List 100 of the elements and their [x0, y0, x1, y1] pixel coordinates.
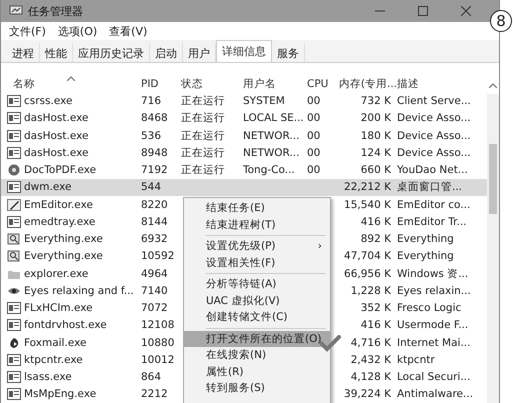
window-icon — [7, 302, 21, 314]
table-cell-text: 00 — [307, 164, 322, 176]
table-cell-text: 2,432 K — [350, 354, 392, 366]
table-cell-text: 正在运行 — [181, 94, 226, 108]
menu-item[interactable]: 文件(F) — [9, 24, 46, 38]
table-cell-text: 536 — [141, 130, 162, 142]
column-header[interactable]: 用户名 — [243, 77, 307, 92]
window-icon — [7, 95, 21, 108]
context-menu-item[interactable]: 设置相关性(F) — [184, 254, 330, 271]
window-icon — [7, 181, 21, 194]
table-cell-text: 352 K — [360, 302, 392, 314]
context-menu-item[interactable]: 转到服务(S) — [184, 380, 330, 396]
table-cell-text: 4,128 K — [350, 371, 392, 384]
table-cell-text: 15,540 K — [343, 198, 392, 211]
table-cell-text: Device Asso... — [397, 112, 472, 124]
table-cell: csrss.exe — [24, 95, 72, 108]
table-cell-text: 00 — [307, 95, 322, 108]
table-cell-text: NETWOR... — [243, 146, 300, 159]
context-menu-item[interactable]: 打开文件所在的位置(O) — [184, 330, 330, 347]
table-cell-text: 200 K — [360, 112, 392, 124]
table-cell-text: 正在运行 — [181, 111, 226, 126]
table-cell: DocToPDF.exe — [24, 164, 96, 176]
table-cell: fontdrvhost.exe — [24, 319, 107, 332]
table-cell: explorer.exe — [24, 268, 88, 280]
table-cell-text: 6932 — [141, 233, 169, 246]
table-cell-text: Local Securi... — [397, 371, 472, 384]
menu-item[interactable]: 查看(V) — [109, 24, 148, 38]
window-icon — [7, 319, 21, 332]
table-cell-text: YouDao Net... — [397, 164, 469, 176]
table-cell-text: LOCAL SE... — [243, 112, 305, 124]
scroll-up-icon[interactable] — [489, 83, 497, 88]
table-cell-text: 47,704 K — [343, 250, 392, 262]
table-cell-text: 12108 — [141, 319, 176, 332]
window-icon — [7, 112, 21, 124]
table-cell-text: Antimalware... — [397, 388, 474, 400]
scrollbar[interactable] — [487, 94, 499, 403]
column-header[interactable]: 内存(专用... — [335, 77, 397, 92]
column-header[interactable]: PID — [141, 78, 181, 90]
column-header[interactable]: 描述 — [397, 77, 479, 92]
magnifier-icon — [7, 250, 21, 262]
table-cell-text: Eyes relaxin... — [397, 284, 472, 297]
table-cell: EmEditor.exe — [24, 198, 93, 211]
table-cell-text: Device Asso... — [397, 146, 472, 159]
pen-icon — [7, 198, 21, 211]
table-cell-text: 正在运行 — [181, 146, 226, 160]
sort-caret-icon — [67, 76, 75, 81]
context-menu-item[interactable]: 属性(R) — [184, 364, 330, 380]
table-cell-text: 66,956 K — [343, 268, 392, 280]
table-cell-text: 00 — [307, 146, 322, 159]
table-cell-text: 8468 — [141, 112, 169, 124]
maximize-icon — [418, 6, 428, 16]
window-icon — [7, 146, 21, 159]
magnifier-icon — [7, 233, 21, 246]
table-cell-text: 39,224 K — [343, 388, 392, 400]
context-menu-item[interactable]: 在线搜索(N) — [184, 347, 330, 364]
table-cell-text: Everything — [397, 233, 455, 246]
context-menu-item[interactable]: 结束任务(E) — [184, 200, 330, 216]
table-cell-text: 124 K — [360, 146, 392, 159]
table-cell-text: 10012 — [141, 354, 176, 366]
context-menu-item[interactable]: UAC 虚拟化(V) — [184, 292, 330, 309]
table-cell-text: 2212 — [141, 388, 169, 400]
context-menu-item[interactable]: 创建转储文件(C) — [184, 309, 330, 326]
window-icon — [7, 388, 21, 400]
table-cell-text: 00 — [307, 112, 322, 124]
selected-row[interactable]: dwm.exe 544 22,212 K 桌面窗口管... — [1, 178, 487, 196]
table-cell-text: Internet Mai... — [397, 336, 472, 349]
window-icon — [7, 371, 21, 384]
table-cell-text: Windows 资... — [397, 266, 470, 281]
table-cell-text: 864 — [141, 371, 162, 384]
table-cell-text: SYSTEM — [243, 95, 286, 108]
table-cell-text: 416 K — [360, 216, 392, 228]
table-cell: dasHost.exe — [24, 146, 88, 159]
table-cell-text: Everything — [397, 250, 455, 262]
table-cell-text: 660 K — [360, 164, 392, 176]
table-cell-text: 4964 — [141, 268, 169, 280]
tab[interactable]: 详细信息 — [216, 40, 272, 62]
table-cell: emedtray.exe — [24, 216, 96, 228]
table-cell-text: 10880 — [141, 336, 176, 349]
table-cell: Foxmail.exe — [24, 336, 86, 349]
monitor-icon — [9, 5, 23, 17]
table-cell-text: 7072 — [141, 302, 169, 314]
table-cell: Everything.exe — [24, 250, 103, 262]
context-menu-item[interactable]: 结束进程树(T) — [184, 216, 330, 233]
context-menu-item[interactable]: 设置优先级(P) › — [184, 238, 330, 254]
column-header[interactable]: 名称 — [7, 77, 141, 92]
menu-item[interactable]: 选项(O) — [58, 24, 98, 38]
table-cell-text: Client Serve... — [397, 95, 472, 108]
table-cell: MsMpEng.exe — [24, 388, 96, 400]
table-cell: Eyes relaxing and f... — [24, 284, 134, 297]
table-cell-text: 416 K — [360, 319, 392, 332]
table-cell-text: ktpcntr — [397, 354, 436, 366]
context-menu-item[interactable]: 分析等待链(A) — [184, 276, 330, 292]
table-cell-text: Tong-Co... — [243, 164, 296, 176]
table-cell: FLxHCIm.exe — [24, 302, 93, 314]
table-cell-text: 7140 — [141, 284, 169, 297]
column-header[interactable]: CPU — [307, 78, 335, 90]
column-header[interactable]: 状态 — [181, 77, 243, 92]
table-cell-text: 716 — [141, 95, 162, 108]
table-cell-text: 544 — [141, 181, 162, 194]
scrollbar-thumb[interactable] — [489, 144, 497, 214]
